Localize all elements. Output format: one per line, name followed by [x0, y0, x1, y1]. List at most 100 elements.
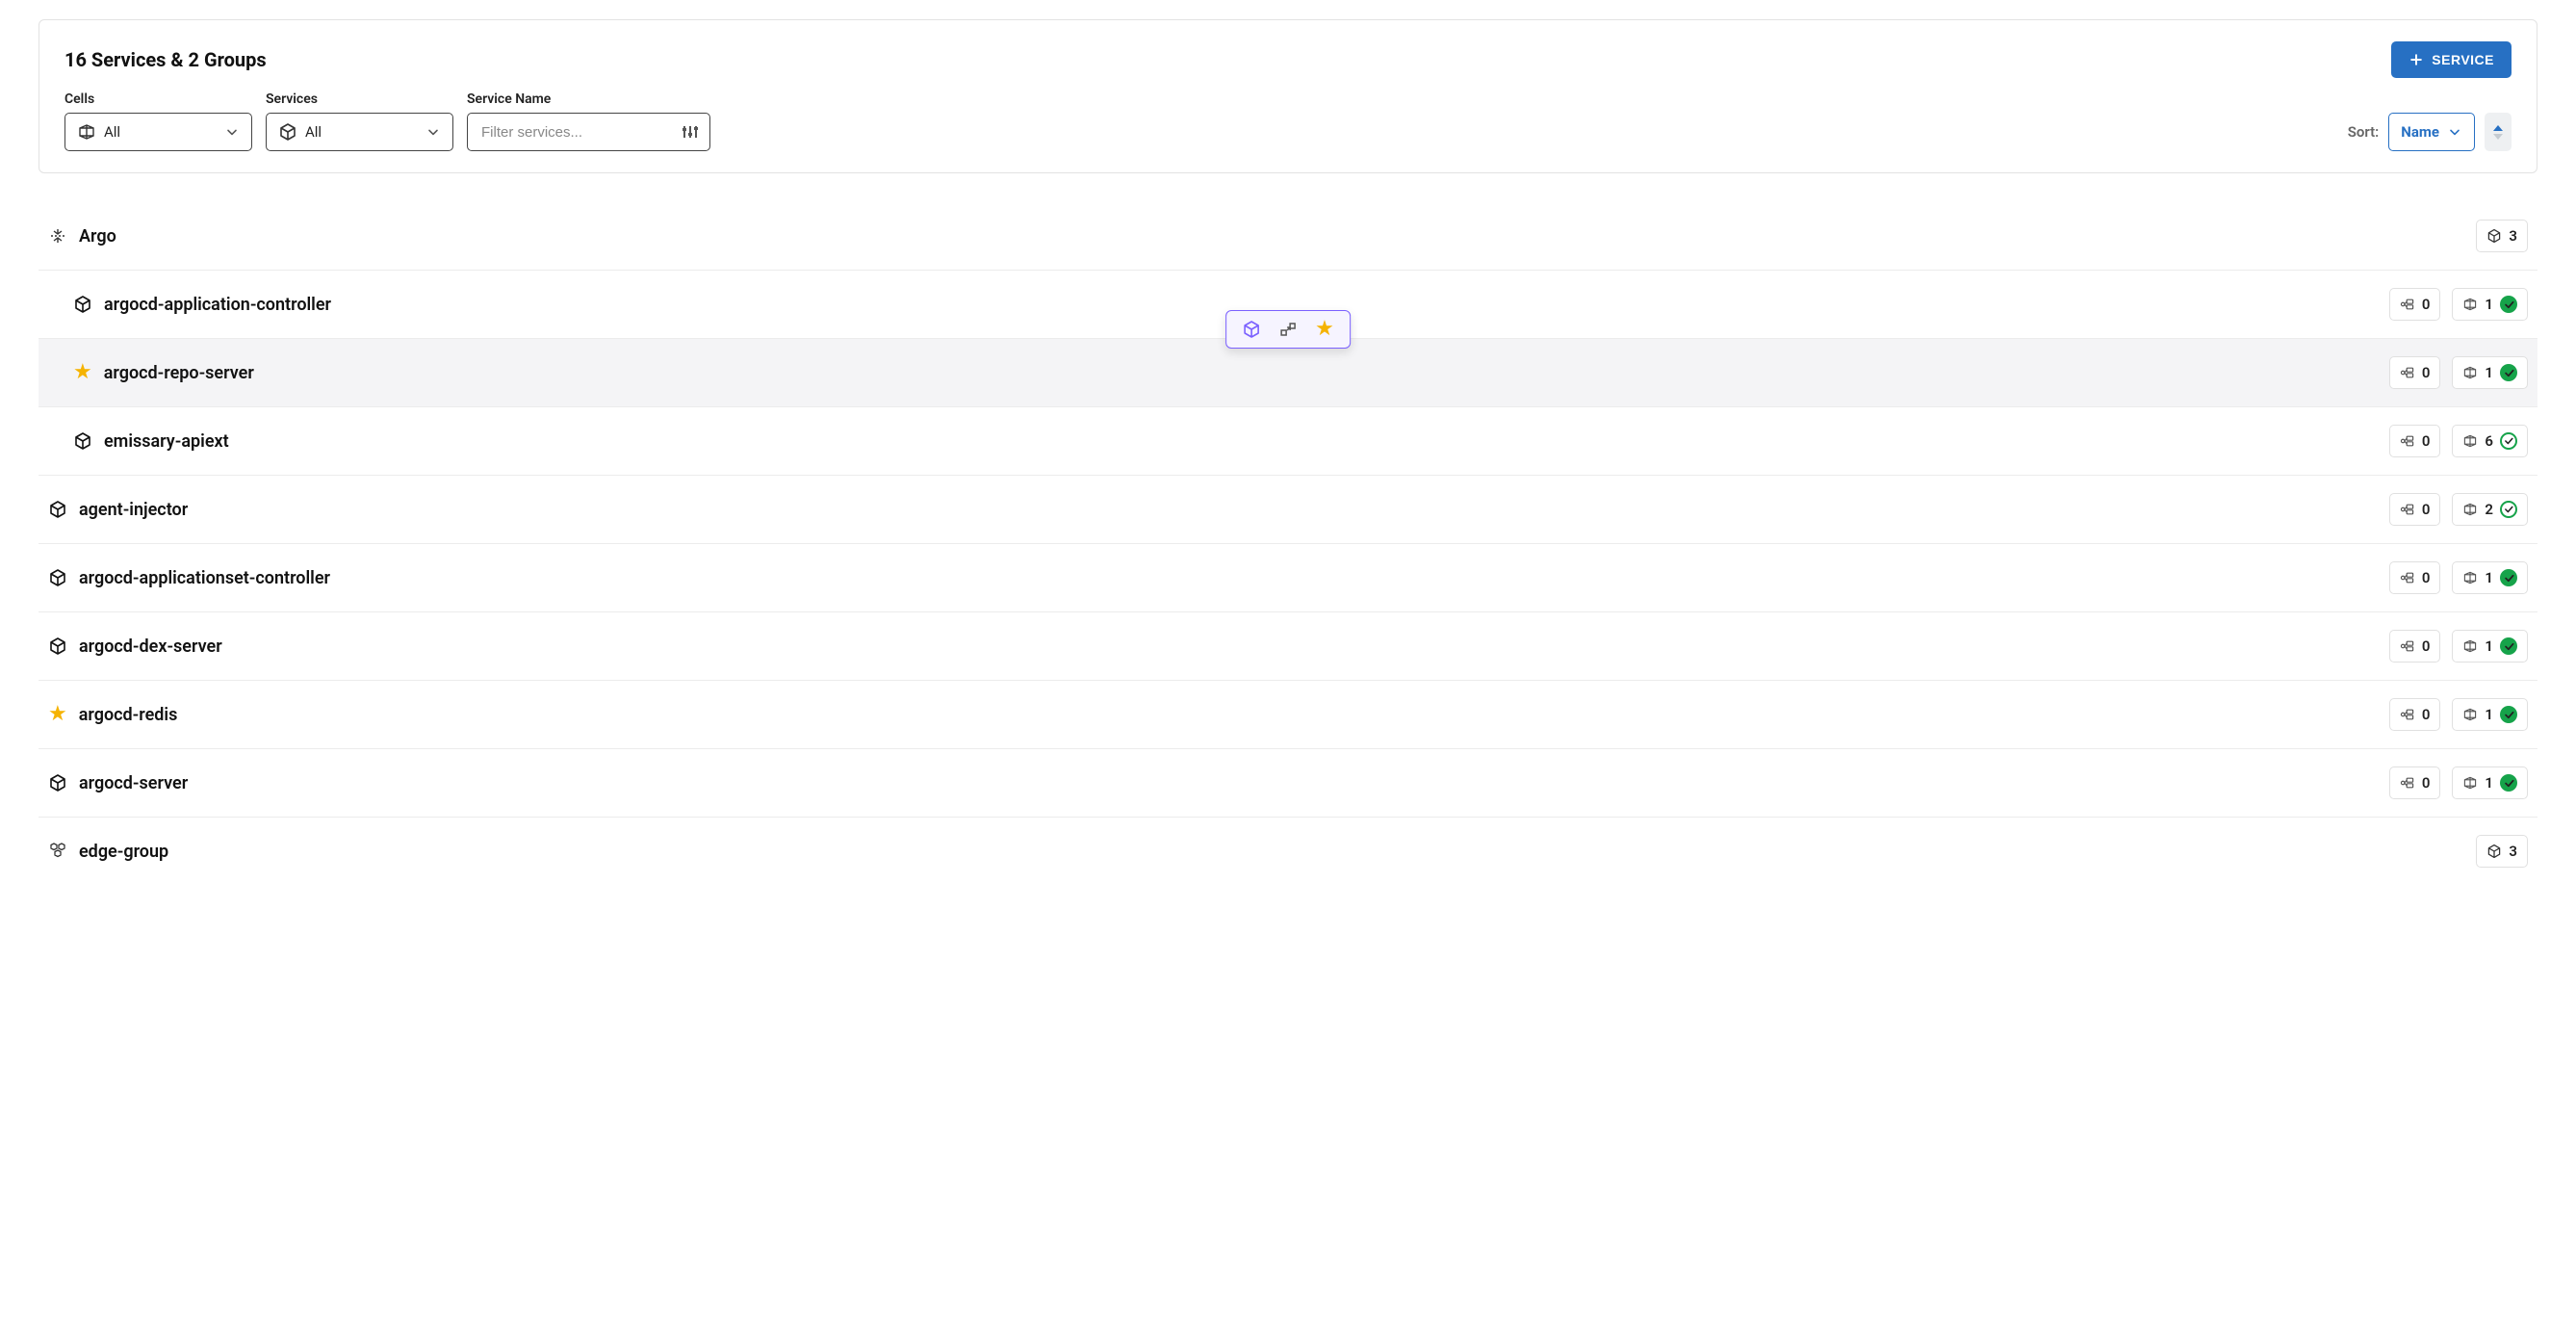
- stat-links-value: 0: [2422, 569, 2431, 586]
- group-row[interactable]: edge-group 3: [39, 818, 2537, 885]
- service-row[interactable]: argocd-server 0 1: [39, 749, 2537, 818]
- service-row[interactable]: agent-injector 0 2: [39, 476, 2537, 544]
- service-row[interactable]: ★ argocd-redis 0 1: [39, 681, 2537, 749]
- stat-cells-value: 1: [2485, 569, 2493, 586]
- stat-cells[interactable]: 1: [2452, 630, 2528, 662]
- group-count[interactable]: 3: [2476, 220, 2528, 252]
- service-name: argocd-server: [79, 773, 188, 793]
- sort-select[interactable]: Name: [2388, 113, 2475, 151]
- cube-icon: [48, 568, 67, 587]
- cells-filter-label: Cells: [64, 91, 252, 107]
- cube-icon: [48, 773, 67, 792]
- status-check-icon: [2500, 364, 2517, 381]
- link-icon: [2400, 502, 2415, 517]
- stat-cells[interactable]: 2: [2452, 493, 2528, 526]
- cube-icon: [48, 500, 67, 519]
- name-filter-inputbox[interactable]: [467, 113, 710, 151]
- stat-links[interactable]: 0: [2389, 630, 2441, 662]
- sort-value: Name: [2401, 123, 2439, 141]
- sort-controls: Sort: Name: [2348, 113, 2512, 151]
- name-filter-block: Service Name: [467, 91, 710, 151]
- cells-filter-block: Cells All: [64, 91, 252, 151]
- stat-cells[interactable]: 1: [2452, 288, 2528, 321]
- service-row[interactable]: emissary-apiext 0 6: [39, 407, 2537, 476]
- cells-icon: [2462, 775, 2478, 791]
- group-name: edge-group: [79, 842, 168, 862]
- service-name: argocd-applicationset-controller: [79, 568, 330, 588]
- filter-panel: 16 Services & 2 Groups SERVICE Cells All…: [39, 19, 2537, 173]
- link-icon: [2400, 775, 2415, 791]
- stat-cells[interactable]: 1: [2452, 356, 2528, 389]
- stat-links[interactable]: 0: [2389, 493, 2441, 526]
- cube-icon: [278, 122, 297, 142]
- service-row[interactable]: argocd-applicationset-controller 0 1: [39, 544, 2537, 612]
- service-name: agent-injector: [79, 500, 188, 520]
- star-icon: ★: [48, 704, 67, 725]
- stat-links-value: 0: [2422, 774, 2431, 792]
- cells-icon: [2462, 297, 2478, 312]
- status-check-icon: [2500, 432, 2517, 450]
- cells-icon: [2462, 570, 2478, 585]
- link-icon: [2400, 638, 2415, 654]
- service-row[interactable]: argocd-dex-server 0 1: [39, 612, 2537, 681]
- stat-links-value: 0: [2422, 296, 2431, 313]
- status-check-icon: [2500, 296, 2517, 313]
- sort-direction-toggle[interactable]: [2485, 113, 2512, 151]
- stat-links[interactable]: 0: [2389, 425, 2441, 457]
- name-filter-input[interactable]: [481, 124, 673, 141]
- star-icon: ★: [73, 362, 92, 383]
- link-icon: [2400, 570, 2415, 585]
- stat-cells[interactable]: 1: [2452, 561, 2528, 594]
- chevron-down-icon: [224, 124, 240, 140]
- cube-icon: [73, 431, 92, 451]
- stat-cells[interactable]: 1: [2452, 766, 2528, 799]
- stat-links[interactable]: 0: [2389, 698, 2441, 731]
- service-row[interactable]: ★ ★ argocd-repo-server 0 1: [39, 339, 2537, 407]
- collapse-icon: [1278, 320, 1298, 339]
- stat-cells-value: 1: [2485, 364, 2493, 381]
- cube-icon: [1242, 320, 1261, 339]
- stat-cells[interactable]: 1: [2452, 698, 2528, 731]
- sort-desc-icon: [2493, 134, 2503, 140]
- services-list: Argo 3 argocd-application-controller 0 1…: [39, 202, 2537, 885]
- adjust-icon[interactable]: [681, 122, 700, 142]
- panel-header: 16 Services & 2 Groups SERVICE: [64, 41, 2512, 78]
- sort-label: Sort:: [2348, 123, 2380, 141]
- group-count-value: 3: [2509, 843, 2517, 860]
- link-icon: [2400, 707, 2415, 722]
- cells-icon: [77, 122, 96, 142]
- cells-icon: [2462, 502, 2478, 517]
- plus-icon: [2409, 52, 2424, 67]
- stat-cells-value: 6: [2485, 432, 2493, 450]
- cells-select[interactable]: All: [64, 113, 252, 151]
- group-count-value: 3: [2509, 227, 2517, 245]
- stat-links[interactable]: 0: [2389, 561, 2441, 594]
- link-icon: [2400, 433, 2415, 449]
- stat-links[interactable]: 0: [2389, 356, 2441, 389]
- services-select[interactable]: All: [266, 113, 453, 151]
- status-check-icon: [2500, 637, 2517, 655]
- stat-links-value: 0: [2422, 501, 2431, 518]
- services-filter-block: Services All: [266, 91, 453, 151]
- panel-title: 16 Services & 2 Groups: [64, 48, 267, 71]
- stat-cells[interactable]: 6: [2452, 425, 2528, 457]
- stat-links[interactable]: 0: [2389, 766, 2441, 799]
- filters-row: Cells All Services All Service Nam: [64, 91, 2512, 151]
- status-check-icon: [2500, 774, 2517, 792]
- stat-links-value: 0: [2422, 637, 2431, 655]
- stat-links-value: 0: [2422, 706, 2431, 723]
- group-count[interactable]: 3: [2476, 835, 2528, 868]
- add-service-button[interactable]: SERVICE: [2391, 41, 2512, 78]
- cube-icon: [73, 295, 92, 314]
- link-icon: [2400, 297, 2415, 312]
- sort-asc-icon: [2493, 125, 2503, 131]
- group-row[interactable]: Argo 3: [39, 202, 2537, 271]
- stat-links[interactable]: 0: [2389, 288, 2441, 321]
- cube-icon: [2486, 228, 2502, 244]
- stat-cells-value: 1: [2485, 774, 2493, 792]
- add-service-label: SERVICE: [2432, 52, 2494, 67]
- cells-icon: [2462, 365, 2478, 380]
- stat-links-value: 0: [2422, 364, 2431, 381]
- star-icon[interactable]: ★: [1315, 319, 1334, 340]
- service-name: argocd-application-controller: [104, 295, 331, 315]
